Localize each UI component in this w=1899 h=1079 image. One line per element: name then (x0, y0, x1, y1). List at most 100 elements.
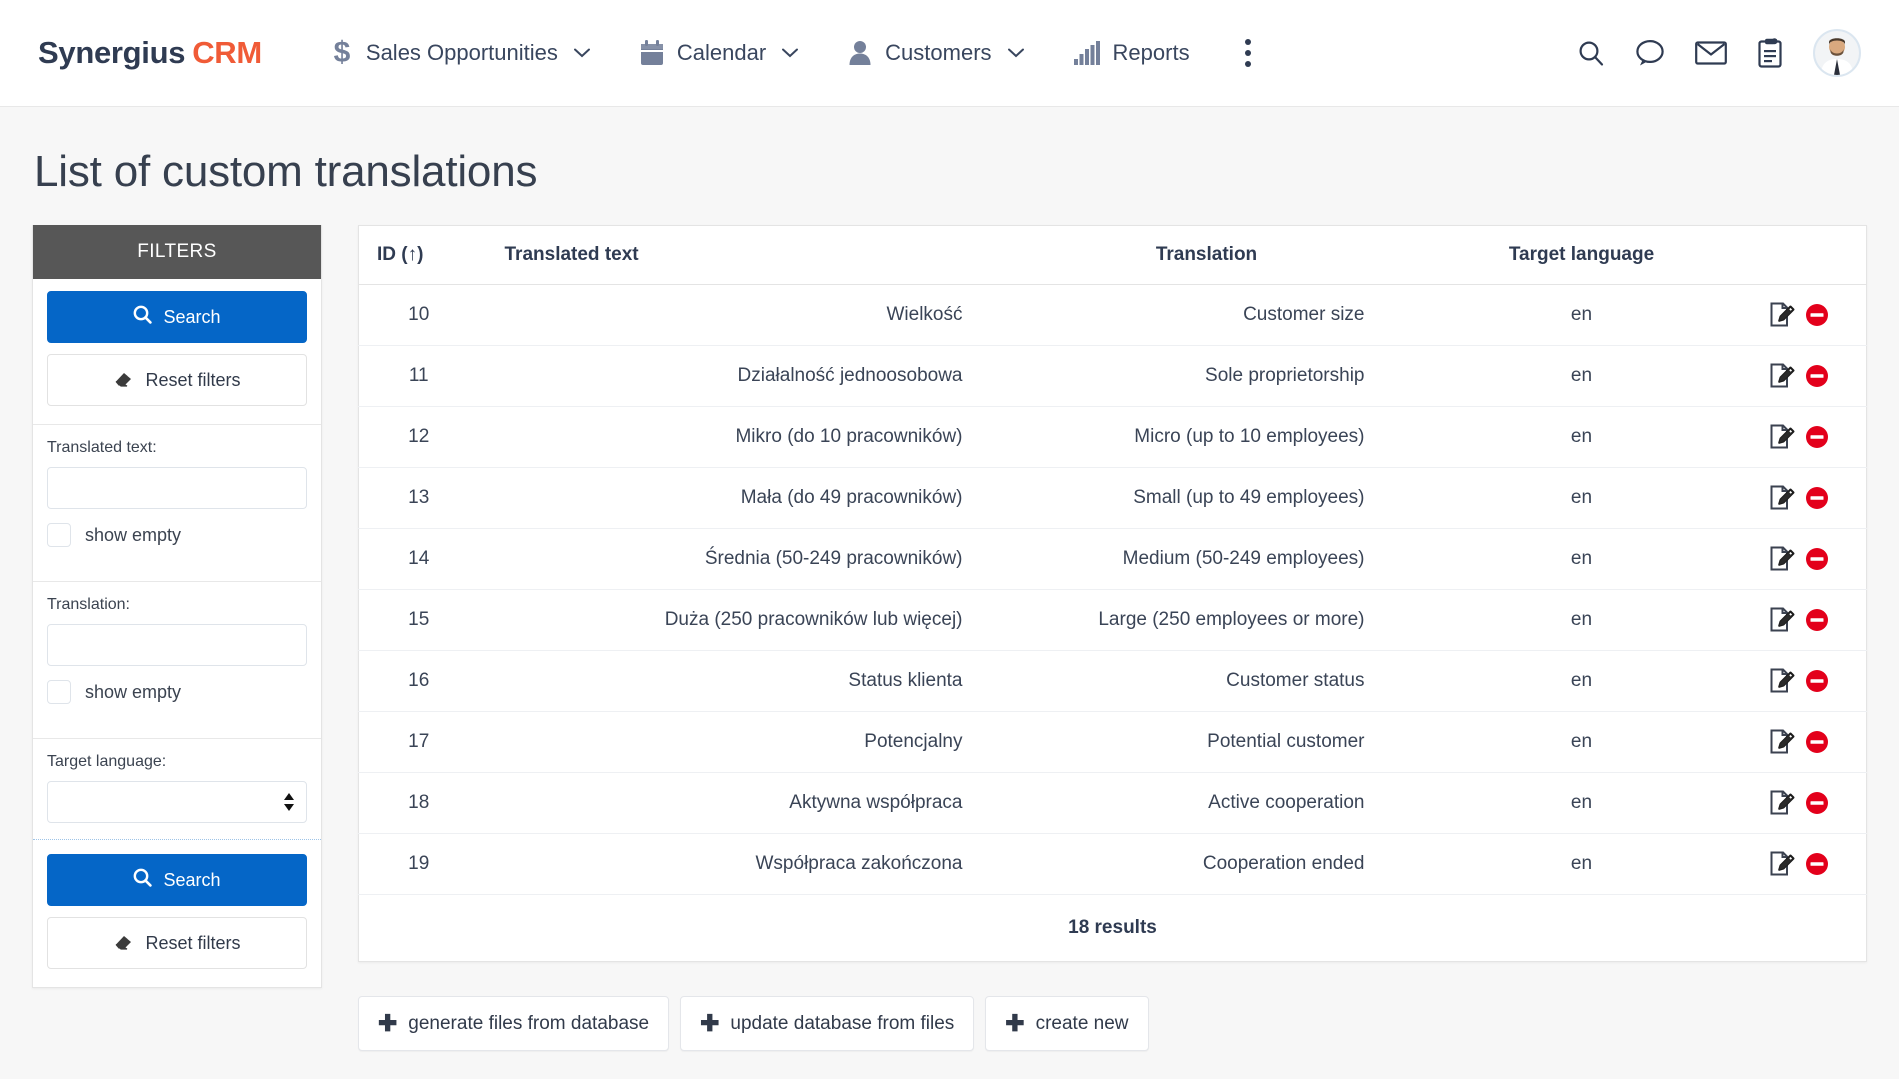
edit-icon[interactable] (1769, 851, 1795, 877)
filter-field-translation: Translation: show empty (33, 582, 321, 720)
delete-icon[interactable] (1805, 669, 1829, 693)
cell-id: 14 (359, 529, 479, 590)
cell-actions (1747, 773, 1867, 834)
cell-id: 13 (359, 468, 479, 529)
cell-translated-text: Mikro (do 10 pracowników) (479, 407, 997, 468)
table-row: 11Działalność jednoosobowaSole proprieto… (359, 346, 1867, 407)
more-options-icon[interactable] (1215, 39, 1281, 67)
cell-id: 17 (359, 712, 479, 773)
nav-item-calendar[interactable]: Calendar (615, 40, 823, 66)
app-logo[interactable]: SynergiusCRM (38, 35, 262, 71)
table-row: 15Duża (250 pracowników lub więcej)Large… (359, 590, 1867, 651)
edit-icon[interactable] (1769, 485, 1795, 511)
cell-translation: Large (250 employees or more) (997, 590, 1417, 651)
mail-icon[interactable] (1695, 40, 1727, 66)
clipboard-icon[interactable] (1757, 38, 1783, 68)
search-icon[interactable] (1577, 39, 1605, 67)
person-icon (848, 40, 872, 66)
chat-icon[interactable] (1635, 39, 1665, 67)
edit-icon[interactable] (1769, 790, 1795, 816)
filters-search-button-top[interactable]: Search (47, 291, 307, 343)
edit-icon[interactable] (1769, 729, 1795, 755)
cell-id: 10 (359, 285, 479, 346)
nav-label-reports: Reports (1113, 40, 1190, 66)
cell-translated-text: Aktywna współpraca (479, 773, 997, 834)
cell-translated-text: Mała (do 49 pracowników) (479, 468, 997, 529)
edit-icon[interactable] (1769, 424, 1795, 450)
cell-actions (1747, 285, 1867, 346)
cell-target-language: en (1417, 834, 1747, 895)
table-area: ID (↑) Translated text Translation Targe… (358, 225, 1867, 1051)
delete-icon[interactable] (1805, 486, 1829, 510)
plus-icon: ✚ (378, 1012, 397, 1035)
calendar-icon (640, 40, 664, 66)
cell-translated-text: Potencjalny (479, 712, 997, 773)
results-count: 18 results (359, 895, 1867, 962)
translation-input[interactable] (47, 624, 307, 666)
column-header-translation[interactable]: Translation (997, 226, 1417, 285)
filters-search-button-bottom[interactable]: Search (47, 854, 307, 906)
cell-actions (1747, 834, 1867, 895)
navbar-right-actions (1577, 29, 1861, 77)
translated-text-input[interactable] (47, 467, 307, 509)
show-empty-row-translated-text: show empty (47, 523, 307, 547)
action-button-label: generate files from database (408, 1013, 649, 1035)
delete-icon[interactable] (1805, 547, 1829, 571)
table-foot: 18 results (359, 895, 1867, 962)
edit-icon[interactable] (1769, 363, 1795, 389)
nav-item-sales-opportunities[interactable]: $ Sales Opportunities (306, 38, 615, 68)
cell-translation: Customer size (997, 285, 1417, 346)
delete-icon[interactable] (1805, 303, 1829, 327)
column-header-target-language[interactable]: Target language (1417, 226, 1747, 285)
delete-icon[interactable] (1805, 364, 1829, 388)
table-row: 17PotencjalnyPotential customeren (359, 712, 1867, 773)
brand-name-part2: CRM (192, 35, 262, 70)
cell-actions (1747, 651, 1867, 712)
action-button-2[interactable]: ✚ update database from files (680, 996, 974, 1051)
action-button-label: update database from files (730, 1013, 954, 1035)
filters-reset-button-bottom[interactable]: Reset filters (47, 917, 307, 969)
filters-reset-label-bottom: Reset filters (145, 933, 240, 954)
delete-icon[interactable] (1805, 730, 1829, 754)
chevron-down-icon (782, 48, 798, 58)
action-button-1[interactable]: ✚ generate files from database (358, 996, 669, 1051)
filter-field-target-language: Target language: (33, 739, 321, 839)
plus-icon: ✚ (700, 1012, 719, 1035)
edit-icon[interactable] (1769, 607, 1795, 633)
column-header-translated-text[interactable]: Translated text (479, 226, 997, 285)
edit-icon[interactable] (1769, 302, 1795, 328)
nav-item-reports[interactable]: Reports (1049, 40, 1215, 66)
cell-id: 19 (359, 834, 479, 895)
column-header-id[interactable]: ID (↑) (359, 226, 479, 285)
nav-label-customers: Customers (885, 40, 991, 66)
delete-icon[interactable] (1805, 608, 1829, 632)
cell-id: 15 (359, 590, 479, 651)
table-row: 14Średnia (50-249 pracowników)Medium (50… (359, 529, 1867, 590)
cell-translated-text: Działalność jednoosobowa (479, 346, 997, 407)
delete-icon[interactable] (1805, 425, 1829, 449)
cell-id: 18 (359, 773, 479, 834)
table-row: 16Status klientaCustomer statusen (359, 651, 1867, 712)
show-empty-checkbox-translation[interactable] (47, 680, 71, 704)
cell-actions (1747, 590, 1867, 651)
table-row: 13Mała (do 49 pracowników)Small (up to 4… (359, 468, 1867, 529)
nav-item-customers[interactable]: Customers (823, 40, 1048, 66)
table-body: 10WielkośćCustomer size en 11Działalność j… (359, 285, 1867, 895)
cell-translation: Small (up to 49 employees) (997, 468, 1417, 529)
avatar[interactable] (1813, 29, 1861, 77)
edit-icon[interactable] (1769, 668, 1795, 694)
filters-reset-button-top[interactable]: Reset filters (47, 354, 307, 406)
cell-translated-text: Duża (250 pracowników lub więcej) (479, 590, 997, 651)
action-button-3[interactable]: ✚create new (985, 996, 1148, 1051)
cell-translation: Medium (50-249 employees) (997, 529, 1417, 590)
results-row: 18 results (359, 895, 1867, 962)
nav-label-calendar: Calendar (677, 40, 766, 66)
target-language-select[interactable] (47, 781, 307, 823)
cell-target-language: en (1417, 773, 1747, 834)
delete-icon[interactable] (1805, 852, 1829, 876)
delete-icon[interactable] (1805, 791, 1829, 815)
cell-translated-text: Wielkość (479, 285, 997, 346)
show-empty-checkbox-translated-text[interactable] (47, 523, 71, 547)
nav-links: $ Sales Opportunities Calendar (306, 38, 1577, 68)
edit-icon[interactable] (1769, 546, 1795, 572)
